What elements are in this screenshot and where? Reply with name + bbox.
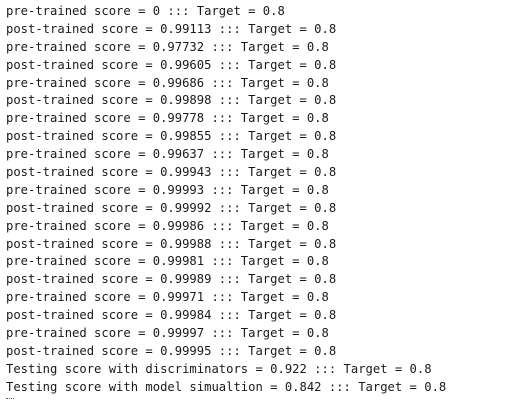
console-line: pre-trained score = 0.99997 ::: Target =… <box>6 326 329 341</box>
console-line: pre-trained score = 0.99971 ::: Target =… <box>6 290 329 305</box>
console-line: pre-trained score = 0.99986 ::: Target =… <box>6 218 329 233</box>
console-line: pre-trained score = 0.99993 ::: Target =… <box>6 182 329 197</box>
console-line: pre-trained score = 0 ::: Target = 0.8 <box>6 4 285 18</box>
console-line: post-trained score = 0.99605 ::: Target … <box>6 57 337 72</box>
console-line: pre-trained score = 0.99686 ::: Target =… <box>6 75 329 90</box>
console-line: pre-trained score = 0.97732 ::: Target =… <box>6 39 329 54</box>
console-line: post-trained score = 0.99113 ::: Target … <box>6 21 337 36</box>
console-line: post-trained score = 0.99992 ::: Target … <box>6 200 337 215</box>
console-line: pre-trained score = 0.99637 ::: Target =… <box>6 147 329 162</box>
text-cursor <box>6 397 14 400</box>
console-line: post-trained score = 0.99855 ::: Target … <box>6 129 337 144</box>
console-line: Testing score with discriminators = 0.92… <box>6 361 432 376</box>
console-line: post-trained score = 0.99898 ::: Target … <box>6 93 337 108</box>
console-line: post-trained score = 0.99995 ::: Target … <box>6 343 337 358</box>
console-line: post-trained score = 0.99984 ::: Target … <box>6 308 337 323</box>
console-line: post-trained score = 0.99989 ::: Target … <box>6 272 337 287</box>
console-line: pre-trained score = 0.99981 ::: Target =… <box>6 254 329 269</box>
console-output: pre-trained score = 0 ::: Target = 0.8 p… <box>0 0 515 405</box>
console-line: post-trained score = 0.99943 ::: Target … <box>6 165 337 180</box>
console-line: Testing score with model simualtion = 0.… <box>6 379 447 394</box>
input-prompt[interactable] <box>6 397 515 407</box>
console-line: post-trained score = 0.99988 ::: Target … <box>6 236 337 251</box>
console-line: pre-trained score = 0.99778 ::: Target =… <box>6 111 329 126</box>
